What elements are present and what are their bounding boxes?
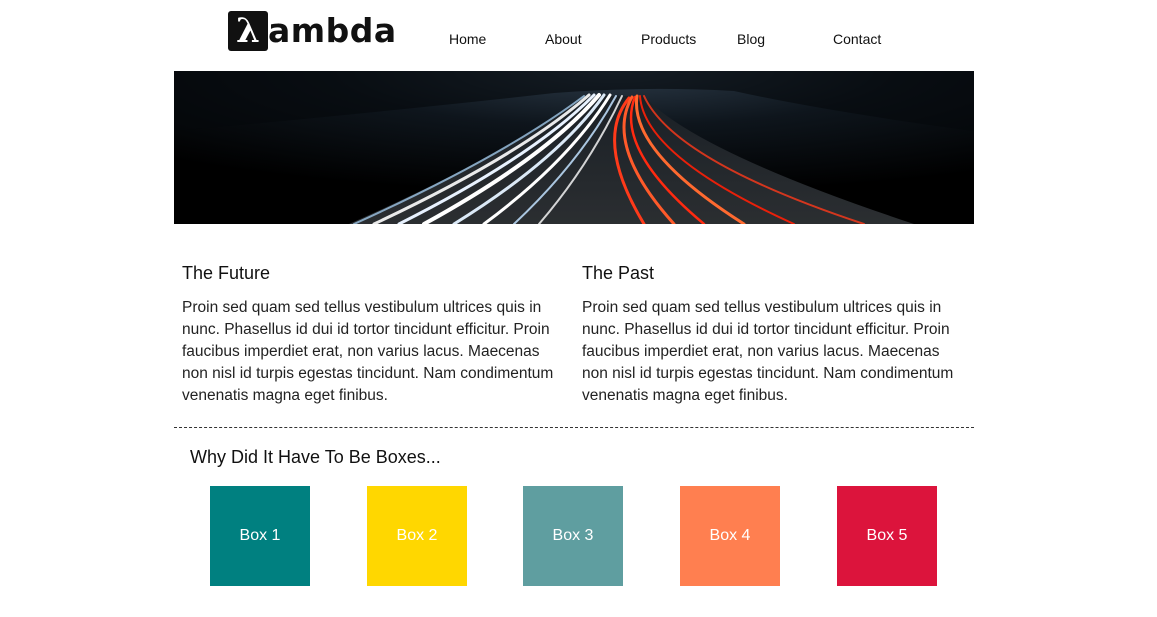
hero-image	[174, 71, 974, 224]
dashed-divider	[174, 427, 974, 428]
section-body: Proin sed quam sed tellus vestibulum ult…	[182, 299, 554, 404]
nav-link-about[interactable]: About	[545, 31, 582, 47]
section-body: Proin sed quam sed tellus vestibulum ult…	[582, 299, 954, 404]
box-3: Box 3	[523, 486, 623, 586]
section-title: The Future	[182, 263, 271, 283]
nav-link-contact[interactable]: Contact	[833, 31, 881, 47]
box-5: Box 5	[837, 486, 937, 586]
nav-link-home[interactable]: Home	[449, 31, 486, 47]
section-title: The Past	[582, 263, 655, 283]
section-the-future: The Future Proin sed quam sed tellus ves…	[182, 262, 568, 407]
page: λ ambda Home About Products Blog Contact	[0, 0, 1157, 617]
main-container: λ ambda Home About Products Blog Contact	[174, 0, 974, 586]
box-2: Box 2	[367, 486, 467, 586]
section-the-past: The Past Proin sed quam sed tellus vesti…	[582, 262, 968, 407]
highway-light-trails-image	[174, 71, 974, 224]
header: λ ambda Home About Products Blog Contact	[174, 0, 974, 71]
box-1: Box 1	[210, 486, 310, 586]
nav-link-blog[interactable]: Blog	[737, 31, 765, 47]
nav-link-products[interactable]: Products	[641, 31, 696, 47]
boxes-title: Why Did It Have To Be Boxes...	[190, 447, 441, 467]
main-nav: Home About Products Blog Contact	[174, 31, 974, 51]
box-4: Box 4	[680, 486, 780, 586]
